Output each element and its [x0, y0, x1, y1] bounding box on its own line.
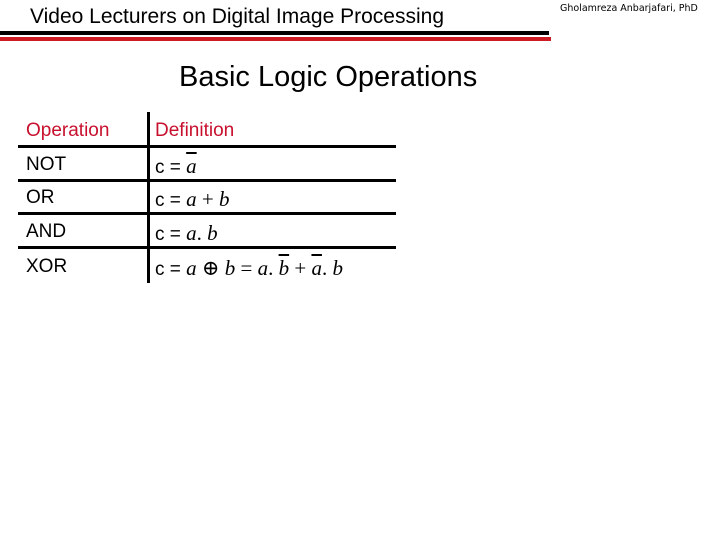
definition-prefix: c = — [155, 259, 187, 280]
header-title: Video Lecturers on Digital Image Process… — [30, 5, 445, 28]
author-name: Gholamreza Anbarjafari, PhD — [560, 3, 698, 14]
header-rule-black — [0, 31, 549, 35]
definition-not: c = a — [155, 154, 197, 179]
column-header-definition: Definition — [155, 120, 235, 141]
row-divider — [18, 246, 396, 249]
definition-prefix: c = — [155, 224, 187, 245]
definition-prefix: c = — [155, 190, 187, 211]
row-divider — [18, 212, 396, 215]
definition-and: c = a. b — [155, 221, 218, 246]
definition-formula: a ⊕ b = a. b + a. b — [186, 256, 343, 280]
header-rule-red — [0, 37, 551, 41]
column-divider — [147, 112, 150, 283]
operation-and: AND — [26, 221, 67, 242]
definition-prefix: c = — [155, 157, 187, 178]
definition-formula: a. b — [186, 221, 218, 245]
operation-xor: XOR — [26, 256, 68, 277]
column-header-operation: Operation — [26, 120, 110, 141]
definition-xor: c = a ⊕ b = a. b + a. b — [155, 256, 343, 281]
row-divider — [18, 179, 396, 182]
operation-not: NOT — [26, 154, 67, 175]
definition-formula: a + b — [186, 187, 230, 211]
operation-or: OR — [26, 187, 55, 208]
slide-title: Basic Logic Operations — [179, 61, 478, 93]
definition-or: c = a + b — [155, 187, 230, 212]
row-divider — [18, 145, 396, 148]
definition-formula: a — [186, 154, 197, 178]
